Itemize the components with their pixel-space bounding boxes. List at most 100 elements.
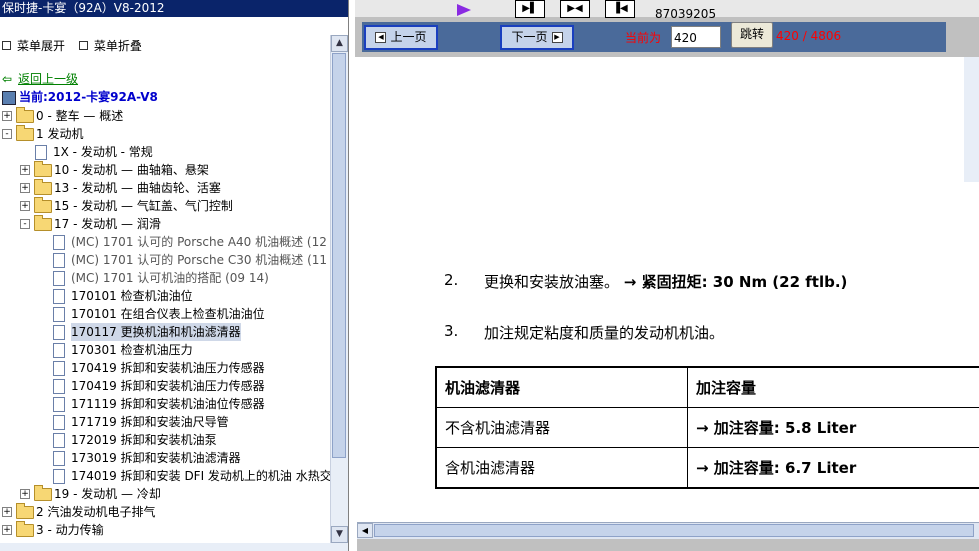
document-icon [53,325,65,340]
tree-document-item[interactable]: 170117 更换机油和机油滤清器 [0,323,330,341]
tree-folder-item[interactable]: +3 - 动力传输 [0,521,330,539]
media-control-icon[interactable]: ▶◀ [560,0,590,18]
page-number-input[interactable]: 420 [671,26,721,48]
collapse-all-link[interactable]: 菜单折叠 [94,39,142,53]
back-link[interactable]: ⇦ 返回上一级 [2,71,78,87]
arrow-right-icon: ▶ [551,32,563,43]
tree-document-item[interactable]: 170101 检查机油油位 [0,287,330,305]
tree-folder-item[interactable]: +2 汽油发动机电子排气 [0,503,330,521]
next-page-button[interactable]: 下一页 ▶ [500,25,574,50]
scroll-down-icon[interactable]: ▼ [331,526,348,543]
tree-document-item[interactable]: 170101 在组合仪表上检查机油油位 [0,305,330,323]
document-icon [53,469,65,484]
expand-icon[interactable]: + [20,489,30,499]
tree-view: +0 - 整车 — 概述 - 1 发动机 1X - 发动机 - 常规 +10 - 发动机… [0,107,332,539]
status-bar [357,539,979,551]
tree-item-label: (MC) 1701 认可机油的搭配 (09 14) [71,271,269,285]
tree-document-item[interactable]: 170419 拆卸和安装机油压力传感器 [0,359,330,377]
folder-icon [34,197,52,213]
tree-item-label: 3 - 动力传输 [36,523,104,537]
collapse-icon[interactable]: - [2,129,12,139]
document-icon [53,343,65,358]
tree-item-label: 170301 检查机油压力 [71,343,193,357]
tree-document-item[interactable]: 172019 拆卸和安装机油泵 [0,431,330,449]
scroll-left-icon[interactable]: ◀ [357,523,373,538]
tree-document-item[interactable]: 170419 拆卸和安装机油压力传感器 [0,377,330,395]
tree-item-label: (MC) 1701 认可的 Porsche C30 机油概述 (11 [71,253,328,267]
tree-item-label: 1X - 发动机 - 常规 [53,145,153,159]
tree-document-item[interactable]: (MC) 1701 认可的 Porsche A40 机油概述 (12 [0,233,330,251]
tree-item-label: 172019 拆卸和安装机油泵 [71,433,217,447]
tree-document-item[interactable]: 171119 拆卸和安装机油油位传感器 [0,395,330,413]
left-vertical-scrollbar[interactable]: ▲ ▼ [330,35,348,543]
left-panel: 保时捷-卡宴（92A）V8-2012 菜单展开 菜单折叠 ⇦ 返回上一级 当前:2… [0,0,349,551]
table-cell: 不含机油滤清器 [435,407,688,448]
expand-icon[interactable]: + [20,165,30,175]
tree-document-item[interactable]: (MC) 1701 认可的 Porsche C30 机油概述 (11 [0,251,330,269]
table-cell: 含机油滤清器 [435,447,688,489]
tree-folder-item[interactable]: - 17 - 发动机 — 润滑 [0,215,330,233]
tree-item-label: 170419 拆卸和安装机油压力传感器 [71,379,265,393]
jump-button[interactable]: 跳转 [731,22,773,48]
tree-item-label: 10 - 发动机 — 曲轴箱、悬架 [54,163,209,177]
arrow-left-icon: ◀ [375,32,387,43]
folder-icon [34,161,52,177]
tree-document-item[interactable]: 174019 拆卸和安装 DFI 发动机上的机油 水热交 [0,467,332,485]
expand-icon[interactable]: + [2,111,12,121]
tree-folder-item[interactable]: +10 - 发动机 — 曲轴箱、悬架 [0,161,330,179]
tree-item-label: 170101 在组合仪表上检查机油油位 [71,307,265,321]
tree-item-label: 2 汽油发动机电子排气 [36,505,156,519]
tree-item-label: 173019 拆卸和安装机油滤清器 [71,451,241,465]
tree-folder-item[interactable]: +15 - 发动机 — 气缸盖、气门控制 [0,197,330,215]
tree-item-label: 170117 更换机油和机油滤清器 [71,323,241,341]
document-icon [53,379,65,394]
tree-item-label: 170419 拆卸和安装机油压力传感器 [71,361,265,375]
right-vertical-scrollbar[interactable] [964,57,979,182]
tree-item-label: 174019 拆卸和安装 DFI 发动机上的机油 水热交 [71,469,332,483]
triangle-marker-icon [457,4,471,16]
tree-document-item[interactable]: (MC) 1701 认可机油的搭配 (09 14) [0,269,330,287]
scroll-thumb[interactable] [332,53,346,458]
tree-item-label: 15 - 发动机 — 气缸盖、气门控制 [54,199,233,213]
media-control-icon[interactable]: ▶▌ [515,0,545,18]
expand-icon[interactable]: + [20,201,30,211]
scroll-up-icon[interactable]: ▲ [331,35,348,52]
tree-item-label: 17 - 发动机 — 润滑 [54,217,161,231]
tree-folder-item[interactable]: +0 - 整车 — 概述 [0,107,330,125]
table-header: 加注容量 [687,366,979,408]
tree-item-label: 170101 检查机油油位 [71,289,193,303]
right-horizontal-scrollbar[interactable]: ◀ [357,522,979,539]
tree-item-label: 13 - 发动机 — 曲轴齿轮、活塞 [54,181,221,195]
tree-folder-item[interactable]: +13 - 发动机 — 曲轴齿轮、活塞 [0,179,330,197]
media-control-icon[interactable]: ▐◀ [605,0,635,18]
fill-capacity-table: 机油滤清器 加注容量 不含机油滤清器 → 加注容量: 5.8 Liter 含机油… [435,366,979,489]
expand-icon[interactable]: + [2,507,12,517]
document-icon [53,289,65,304]
prev-page-button[interactable]: ◀ 上一页 [364,25,438,50]
tree-item-label: (MC) 1701 认可的 Porsche A40 机油概述 (12 [71,235,327,249]
square-icon [78,41,88,50]
page-count: 420 / 4806 [776,29,842,43]
tree-document-item[interactable]: 1X - 发动机 - 常规 [0,143,330,161]
scroll-thumb[interactable] [374,524,974,537]
page-navigation: ◀ 上一页 下一页 ▶ 当前为 420 跳转 420 / 4806 [358,20,948,55]
table-row: 含机油滤清器 → 加注容量: 6.7 Liter [435,447,979,489]
tree-folder-item[interactable]: - 1 发动机 [0,125,330,143]
expand-icon[interactable]: + [2,525,12,535]
tree-document-item[interactable]: 171719 拆卸和安装油尺导管 [0,413,330,431]
expand-all-link[interactable]: 菜单展开 菜单折叠 [2,38,142,54]
document-icon [53,235,65,250]
toolbar: ▶▌ ▶◀ ▐◀ 87039205 ◀ 上一页 下一页 ▶ 当前为 420 跳转 4… [355,0,979,57]
left-horizontal-scrollbar[interactable] [0,543,348,551]
tree-item-label: 1 发动机 [36,127,84,141]
current-page-label: 当前为 [625,31,662,45]
tree-document-item[interactable]: 173019 拆卸和安装机油滤清器 [0,449,330,467]
document-icon [53,415,65,430]
expand-icon[interactable]: + [20,183,30,193]
document-icon [53,397,65,412]
folder-icon [16,521,34,537]
tree-folder-item[interactable]: +19 - 发动机 — 冷却 [0,485,330,503]
collapse-icon[interactable]: - [20,219,30,229]
left-panel-title: 保时捷-卡宴（92A）V8-2012 [0,0,348,17]
tree-document-item[interactable]: 170301 检查机油压力 [0,341,330,359]
